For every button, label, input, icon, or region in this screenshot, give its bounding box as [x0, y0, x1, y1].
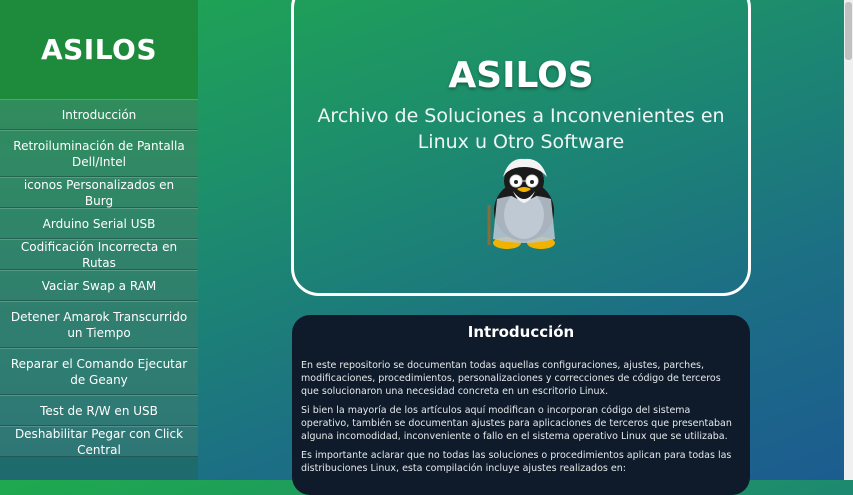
sidebar-item-swap[interactable]: Vaciar Swap a RAM	[0, 270, 198, 301]
intro-heading: Introducción	[467, 323, 575, 341]
intro-paragraph-1: En este repositorio se documentan todas …	[301, 360, 721, 397]
scrollbar-thumb[interactable]	[845, 2, 852, 60]
tux-old-man-icon	[487, 158, 555, 249]
sidebar-item-codificacion[interactable]: Codificación Incorrecta en Rutas	[0, 239, 198, 270]
intro-card: Introducción En este repositorio se docu…	[292, 315, 750, 495]
sidebar-item-iconos-burg[interactable]: iconos Personalizados en Burg	[0, 177, 198, 208]
intro-paragraph-2: Si bien la mayoría de los artículos aquí…	[301, 405, 732, 442]
sidebar-item-pegar-click[interactable]: Deshabilitar Pegar con Click Central	[0, 426, 198, 457]
sidebar-item-test-usb[interactable]: Test de R/W en USB	[0, 395, 198, 426]
sidebar-item-introduccion[interactable]: Introducción	[0, 99, 198, 130]
sidebar: ASILOS Introducción Retroiluminación de …	[0, 0, 198, 480]
sidebar-item-arduino[interactable]: Arduino Serial USB	[0, 208, 198, 239]
sidebar-header: ASILOS	[0, 0, 198, 99]
site-title[interactable]: ASILOS	[41, 33, 157, 66]
hero-subtitle: Archivo de Soluciones a Inconvenientes e…	[317, 105, 725, 153]
vertical-scrollbar[interactable]	[844, 0, 853, 480]
sidebar-nav: Introducción Retroiluminación de Pantall…	[0, 99, 198, 457]
sidebar-item-geany[interactable]: Reparar el Comando Ejecutar de Geany	[0, 348, 198, 395]
hero-title: ASILOS	[448, 55, 594, 96]
sidebar-item-retroiluminacion[interactable]: Retroiluminación de Pantalla Dell/Intel	[0, 130, 198, 177]
sidebar-item-amarok[interactable]: Detener Amarok Transcurrido un Tiempo	[0, 301, 198, 348]
intro-paragraph-3: Es importante aclarar que no todas las s…	[301, 450, 732, 474]
hero-card: ASILOS Archivo de Soluciones a Inconveni…	[291, 0, 751, 296]
